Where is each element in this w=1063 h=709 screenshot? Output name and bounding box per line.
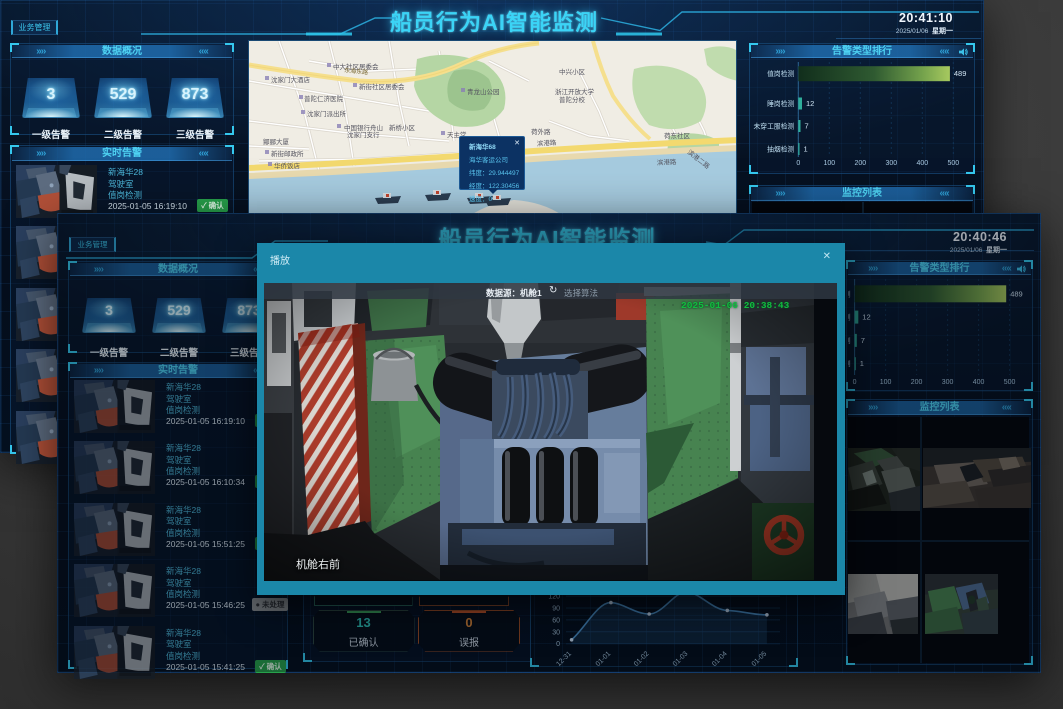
svg-text:新街社区居委会: 新街社区居委会 [359,82,405,91]
svg-text:普陀仁济医院: 普陀仁济医院 [304,94,344,103]
svg-text:12: 12 [806,99,814,108]
svg-text:值岗检测: 值岗检测 [767,69,794,78]
svg-text:500: 500 [947,160,959,167]
svg-text:新街邮政所: 新街邮政所 [271,149,304,158]
svg-text:沈家门支行: 沈家门支行 [347,130,380,139]
svg-text:沈家门派出所: 沈家门派出所 [307,109,347,118]
svg-text:青龙山公园: 青龙山公园 [467,87,500,96]
svg-text:未穿工服检测: 未穿工服检测 [754,122,795,131]
svg-text:1: 1 [804,145,808,154]
svg-text:新桥小区: 新桥小区 [389,123,416,132]
svg-text:睡岗检测: 睡岗检测 [767,99,794,108]
svg-text:浙江开放大学: 浙江开放大学 [555,87,595,96]
svg-text:沈家门大酒店: 沈家门大酒店 [271,75,311,84]
svg-text:中国银行舟山: 中国银行舟山 [344,123,383,132]
svg-text:荷东社区: 荷东社区 [664,131,691,140]
svg-text:0: 0 [796,160,800,167]
svg-text:200: 200 [854,160,866,167]
svg-text:中兴小区: 中兴小区 [559,67,586,76]
svg-text:华侨饭店: 华侨饭店 [274,161,301,170]
svg-text:抽烟检测: 抽烟检测 [767,145,794,154]
svg-text:400: 400 [916,160,928,167]
svg-text:荷外路: 荷外路 [531,127,551,136]
svg-text:鄮郦大厦: 鄮郦大厦 [263,137,290,146]
svg-text:普陀分校: 普陀分校 [559,95,586,104]
svg-text:100: 100 [823,160,835,167]
svg-text:300: 300 [885,160,897,167]
svg-text:7: 7 [805,122,809,131]
svg-text:489: 489 [954,69,967,78]
